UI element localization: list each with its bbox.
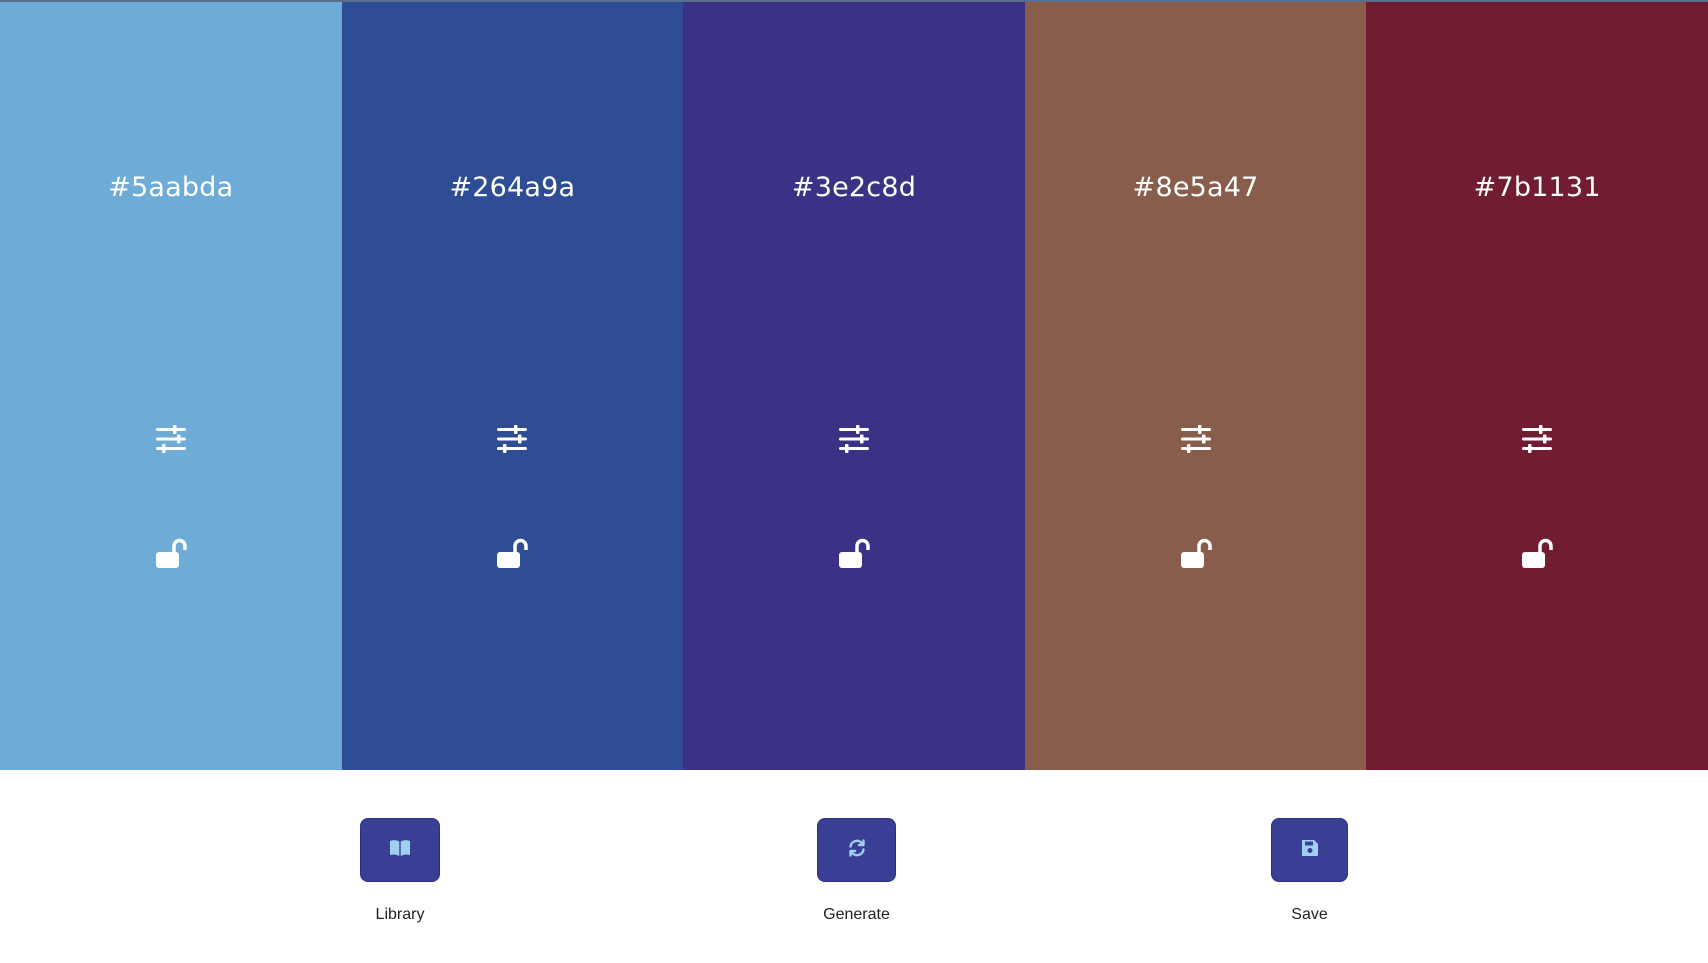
save-control: Save [1271,818,1348,924]
palette: #5aabda #264a9a #3e2c8d #8e5a47 #7b1131 [0,2,1708,770]
swatch-5: #7b1131 [1366,2,1708,770]
swatch-1: #5aabda [0,2,342,770]
generate-control: Generate [817,818,896,924]
hex-code[interactable]: #3e2c8d [683,172,1025,203]
unlock-icon[interactable] [151,534,191,574]
sliders-icon[interactable] [835,420,873,458]
swatch-2: #264a9a [341,2,684,770]
swatch-4: #8e5a47 [1024,2,1367,770]
hex-code[interactable]: #7b1131 [1366,172,1708,203]
unlock-icon[interactable] [1517,534,1557,574]
controls-bar: Library Generate Save [0,770,1708,963]
save-button[interactable] [1271,818,1348,882]
sliders-icon[interactable] [1518,420,1556,458]
unlock-icon[interactable] [834,534,874,574]
refresh-icon [847,838,867,862]
sliders-icon[interactable] [1177,420,1215,458]
unlock-icon[interactable] [492,534,532,574]
library-control: Library [360,818,440,924]
swatch-3: #3e2c8d [683,2,1025,770]
sliders-icon[interactable] [493,420,531,458]
generate-button[interactable] [817,818,896,882]
save-icon [1301,839,1319,861]
sliders-icon[interactable] [152,420,190,458]
save-label: Save [1291,906,1328,923]
hex-code[interactable]: #5aabda [0,172,342,203]
generate-label: Generate [823,906,890,923]
book-icon [389,839,411,861]
library-label: Library [375,906,425,923]
hex-code[interactable]: #8e5a47 [1025,172,1367,203]
library-button[interactable] [360,818,440,882]
hex-code[interactable]: #264a9a [342,172,684,203]
unlock-icon[interactable] [1176,534,1216,574]
